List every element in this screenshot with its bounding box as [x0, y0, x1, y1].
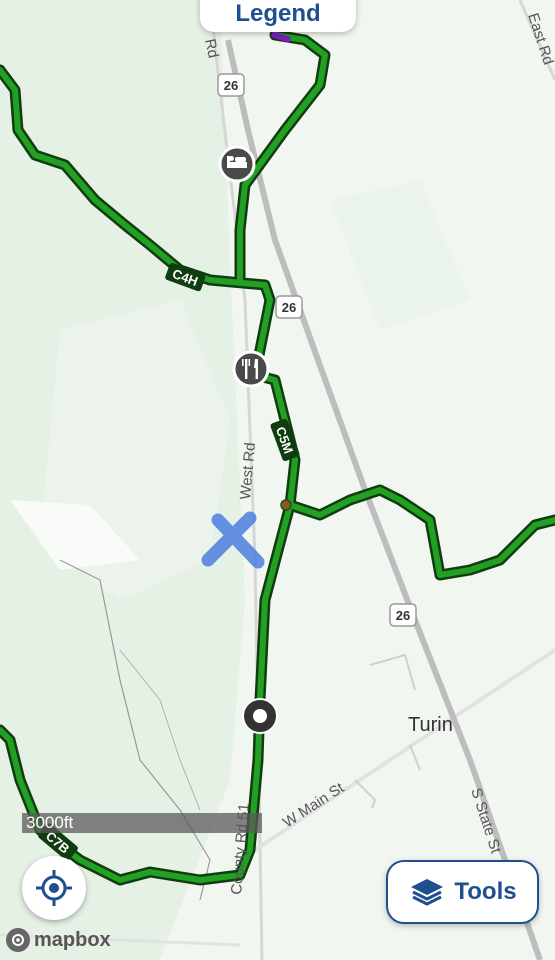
- svg-text:26: 26: [396, 608, 410, 623]
- route-26-shield: 26: [389, 603, 417, 627]
- location-marker-icon[interactable]: [242, 698, 278, 734]
- tools-label: Tools: [454, 878, 517, 905]
- map-view[interactable]: 26 26 26 Rd East Rd West Rd County Rd 51…: [0, 0, 555, 960]
- scale-bar-label: 3000ft: [26, 813, 74, 832]
- mapbox-logo-icon: [6, 928, 30, 952]
- locate-icon: [36, 870, 72, 906]
- svg-text:26: 26: [282, 300, 296, 315]
- legend-label: Legend: [235, 0, 321, 27]
- layers-icon: [411, 879, 444, 906]
- trail-junction-marker[interactable]: [280, 499, 292, 511]
- town-label: Turin: [408, 714, 453, 736]
- route-26-shield: 26: [217, 73, 245, 97]
- route-26-shield: 26: [275, 295, 303, 319]
- locate-button[interactable]: [22, 856, 86, 920]
- lodging-icon[interactable]: [218, 145, 256, 183]
- mapbox-label: mapbox: [34, 928, 111, 951]
- legend-button[interactable]: Legend: [200, 0, 356, 32]
- svg-text:26: 26: [224, 78, 238, 93]
- scale-bar: 3000ft: [22, 813, 262, 833]
- mapbox-attribution[interactable]: mapbox: [6, 928, 111, 952]
- tools-button[interactable]: Tools: [386, 860, 539, 924]
- restaurant-icon[interactable]: [232, 350, 270, 388]
